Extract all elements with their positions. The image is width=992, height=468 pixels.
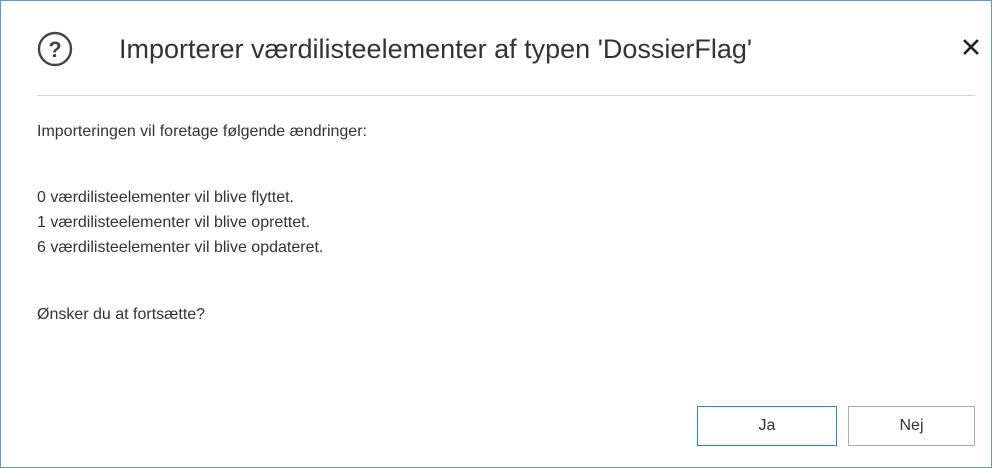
change-line-moved: 0 værdilisteelementer vil blive flyttet.: [37, 189, 294, 206]
close-icon[interactable]: [959, 35, 983, 59]
header-divider: [37, 95, 975, 96]
yes-button[interactable]: Ja: [697, 406, 837, 446]
change-line-created: 1 værdilisteelementer vil blive oprettet…: [37, 214, 311, 231]
svg-text:?: ?: [48, 37, 61, 62]
question-circle-icon: ?: [37, 31, 73, 67]
dialog-title: Importerer værdilisteelementer af typen …: [119, 34, 753, 64]
no-button[interactable]: Nej: [848, 406, 975, 446]
intro-text: Importeringen vil foretage følgende ændr…: [37, 123, 367, 140]
continue-question: Ønsker du at fortsætte?: [37, 306, 206, 323]
import-confirmation-dialog: ? Importerer værdilisteelementer af type…: [0, 0, 992, 468]
change-line-updated: 6 værdilisteelementer vil blive opdatere…: [37, 239, 324, 256]
dialog-header: ? Importerer værdilisteelementer af type…: [37, 31, 989, 95]
